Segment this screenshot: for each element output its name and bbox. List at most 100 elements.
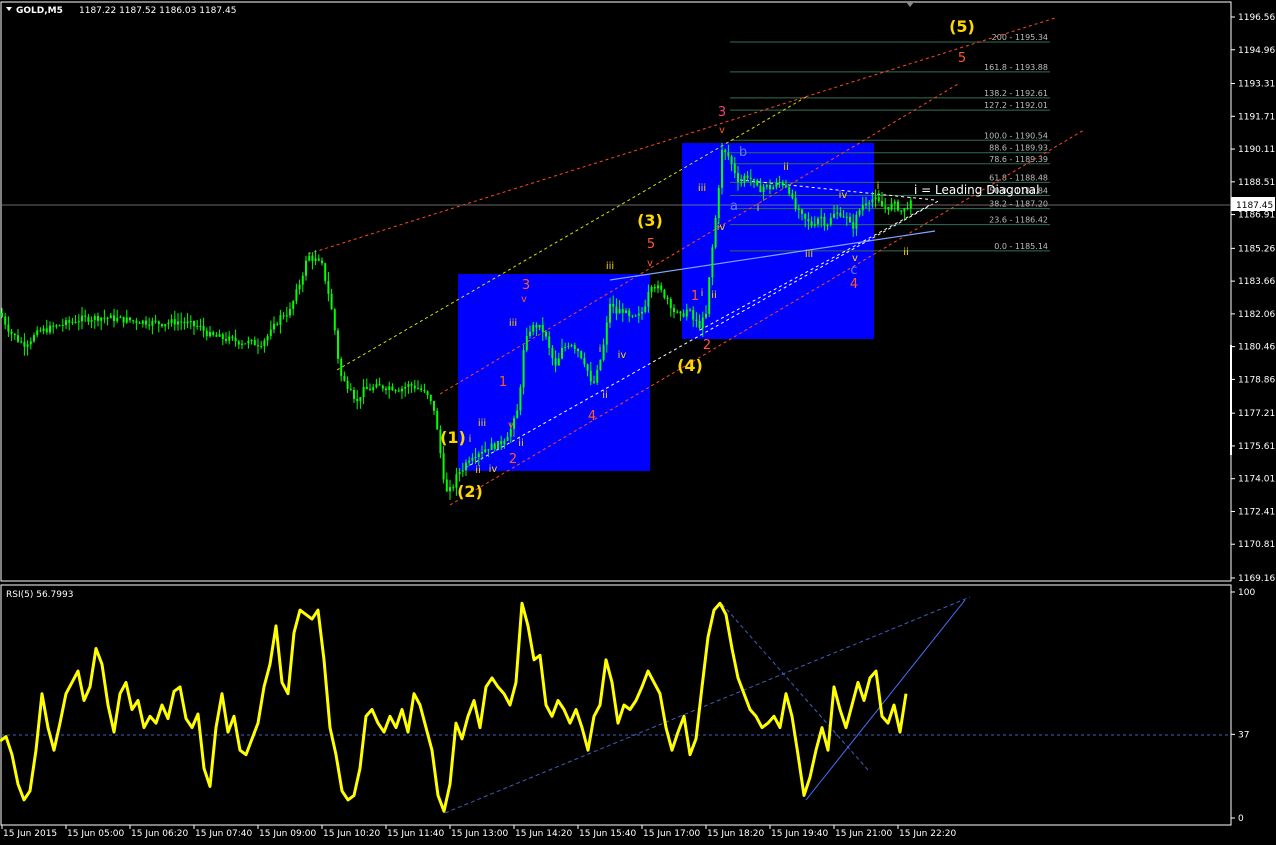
candle-body — [753, 178, 755, 181]
candle-body — [39, 330, 42, 332]
candle-body — [861, 205, 864, 211]
candle-body — [653, 287, 656, 289]
candle-body — [193, 321, 195, 326]
candle-body — [769, 185, 771, 190]
candle-body — [807, 218, 810, 222]
candle-body — [378, 384, 381, 386]
candle-body — [289, 308, 291, 316]
candle-body — [887, 206, 890, 210]
candle-body — [657, 285, 659, 289]
fib-level-label: 88.6 - 1189.93 — [989, 144, 1048, 153]
candle-body — [362, 386, 365, 398]
candle-body — [516, 410, 519, 419]
fib-level-label: 0.0 - 1185.14 — [994, 242, 1048, 251]
candle-body — [705, 313, 707, 318]
wave-label: v — [508, 420, 514, 431]
candle-body — [711, 247, 714, 278]
rsi-tick-label: 0 — [1238, 814, 1244, 824]
wave-label: ii — [518, 438, 524, 449]
candle-body — [244, 343, 247, 345]
candle-body — [394, 390, 397, 392]
wave-label: i — [757, 203, 760, 214]
candle-body — [589, 370, 592, 382]
candle-body — [4, 316, 7, 325]
candle-body — [660, 285, 663, 290]
candle-body — [596, 369, 599, 383]
candle-body — [503, 440, 506, 445]
candle-body — [263, 340, 266, 346]
candle-body — [260, 345, 263, 347]
candle-body — [721, 149, 723, 188]
wave-label: 4 — [588, 409, 596, 424]
candle-body — [49, 325, 51, 333]
candle-body — [481, 452, 483, 454]
candle-body — [551, 347, 554, 359]
candle-body — [337, 330, 339, 359]
time-tick-label: 15 Jun 21:00 — [835, 829, 892, 839]
candle-body — [330, 293, 333, 310]
candle-body — [170, 319, 173, 323]
candle-body — [116, 317, 119, 322]
candle-body — [602, 344, 605, 360]
candle-body — [679, 311, 682, 314]
candle-body — [612, 303, 615, 307]
candle-body — [487, 449, 490, 451]
candle-body — [493, 443, 496, 449]
candle-body — [33, 335, 35, 342]
candle-body — [81, 315, 83, 322]
wave-label: iii — [805, 249, 813, 260]
candle-body — [593, 381, 595, 383]
candle-body — [282, 315, 285, 317]
candle-body — [74, 321, 77, 323]
wave-label: v — [521, 294, 527, 305]
candle-body — [186, 321, 189, 324]
candle-body — [52, 325, 55, 327]
candle-body — [557, 358, 560, 366]
wave-label: 2 — [703, 338, 711, 353]
candle-body — [573, 345, 576, 350]
candle-body — [324, 263, 327, 281]
candle-body — [23, 341, 26, 347]
candle-body — [772, 187, 775, 190]
price-tick-label: 1175.61 — [1238, 442, 1275, 452]
time-tick-label: 15 Jun 10:20 — [323, 829, 380, 839]
candle-body — [122, 316, 125, 323]
wave-label: 3 — [718, 105, 726, 120]
candle-body — [340, 358, 343, 377]
candle-body — [567, 345, 570, 347]
wave-label: 1 — [499, 375, 507, 390]
candle-body — [621, 309, 624, 313]
price-tick-label: 1186.91 — [1238, 211, 1275, 221]
candle-body — [449, 487, 451, 492]
candle-body — [333, 309, 336, 331]
wave-label: v — [647, 258, 653, 269]
candle-body — [129, 317, 131, 321]
candle-body — [58, 325, 61, 327]
candle-body — [900, 210, 903, 212]
candle-body — [775, 182, 778, 188]
chart-canvas: 200 - 1195.34 161.8 - 1193.88 138.2 - 1192… — [0, 0, 1276, 845]
time-tick-label: 15 Jun 19:40 — [771, 829, 828, 839]
fib-level-label: 138.2 - 1192.61 — [984, 89, 1048, 98]
candle-body — [871, 199, 874, 203]
candle-body — [577, 349, 579, 352]
candle-body — [253, 340, 256, 346]
price-tick-label: 1182.06 — [1238, 310, 1275, 320]
time-tick-label: 15 Jun 05:00 — [67, 829, 124, 839]
candle-body — [7, 324, 10, 332]
wave-label: (4) — [677, 356, 703, 375]
candle-body — [826, 224, 829, 226]
candle-body — [273, 323, 275, 330]
candle-body — [228, 336, 231, 341]
candle-body — [836, 212, 839, 214]
candle-body — [890, 203, 893, 210]
candle-body — [708, 277, 711, 314]
candle-body — [279, 315, 282, 325]
price-tick-label: 1193.31 — [1238, 80, 1275, 90]
candle-body — [461, 470, 464, 472]
candle-body — [525, 335, 528, 351]
wave-label: ii — [602, 390, 608, 401]
candle-body — [445, 479, 448, 492]
candle-body — [209, 332, 211, 337]
candle-body — [173, 319, 176, 325]
